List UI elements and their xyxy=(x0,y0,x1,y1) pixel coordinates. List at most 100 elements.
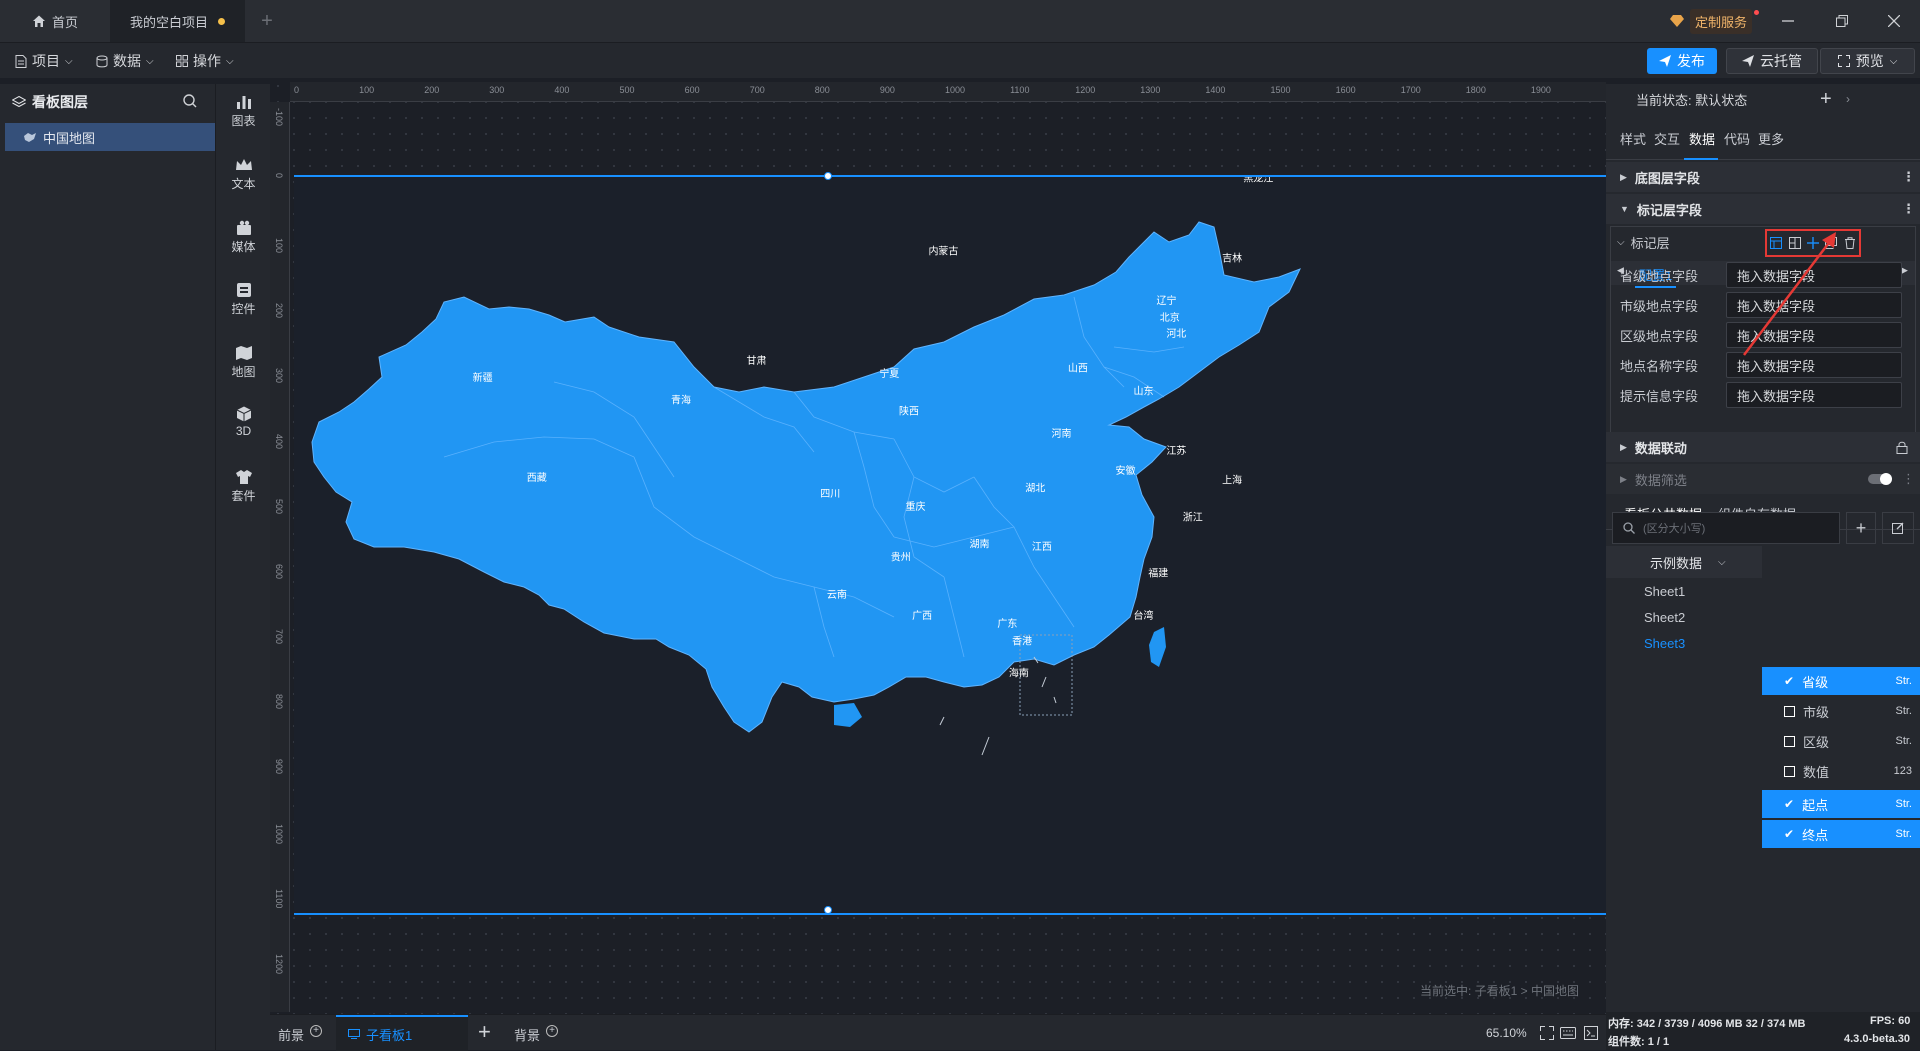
tool-kit[interactable]: 套件 xyxy=(216,469,271,504)
fit-screen-icon[interactable] xyxy=(1540,1026,1554,1040)
province-label: 山西 xyxy=(1068,363,1088,375)
section-base-layer[interactable]: ▶ 底图层字段 ⋮ xyxy=(1606,162,1920,192)
sheet-item[interactable]: Sheet2 xyxy=(1644,610,1685,625)
province-label: 湖南 xyxy=(970,537,990,550)
layer-item[interactable]: 中国地图 xyxy=(5,123,215,151)
more-vertical-icon[interactable]: ⋮ xyxy=(1902,471,1915,487)
more-vertical-icon[interactable]: ⋮ xyxy=(1902,201,1915,217)
tool-chart[interactable]: 图表 xyxy=(216,94,271,129)
tool-text[interactable]: 文本 xyxy=(216,157,271,192)
field-tooltip-input[interactable]: 拖入数据字段 xyxy=(1726,382,1902,408)
selection-handle-top[interactable] xyxy=(824,172,832,180)
close-window-button[interactable] xyxy=(1874,0,1914,42)
province-label: 吉林 xyxy=(1222,251,1242,264)
monitor-icon xyxy=(348,1029,360,1039)
tab-home[interactable]: 首页 xyxy=(0,0,110,42)
column-item[interactable]: 区级 Str. xyxy=(1762,727,1920,755)
terminal-icon[interactable] xyxy=(1584,1026,1598,1040)
ruler-tick-label: 0 xyxy=(274,173,284,179)
tab-subboard[interactable]: 子看板1 xyxy=(336,1015,468,1051)
ruler-tick-label: 1600 xyxy=(1335,85,1356,95)
tab-code[interactable]: 代码 xyxy=(1724,129,1750,148)
mark-layer-header[interactable]: ⌵ 标记层 xyxy=(1617,233,1670,252)
zoom-level[interactable]: 65.10% xyxy=(1486,1026,1527,1040)
column-item[interactable]: ✔ 终点 Str. xyxy=(1762,820,1920,848)
add-circle-icon: + xyxy=(310,1024,323,1037)
custom-service-label: 定制服务 xyxy=(1690,8,1753,34)
minimize-button[interactable] xyxy=(1768,0,1808,42)
tool-media[interactable]: 媒体 xyxy=(216,220,271,255)
ruler-tick-label: 300 xyxy=(274,368,284,384)
menu-data[interactable]: 数据 ⌵ xyxy=(96,43,154,79)
column-item[interactable]: 市级 Str. xyxy=(1762,697,1920,725)
sheet-item[interactable]: Sheet1 xyxy=(1644,584,1685,599)
tab-data[interactable]: 数据 xyxy=(1689,129,1715,148)
publish-button[interactable]: 发布 xyxy=(1647,48,1717,74)
tab-interaction[interactable]: 交互 xyxy=(1654,129,1680,148)
send-icon xyxy=(1659,55,1671,67)
tab-foreground[interactable]: 前景 + xyxy=(278,1024,323,1044)
ruler-tick-label: 300 xyxy=(489,85,505,95)
close-icon xyxy=(1888,15,1900,27)
dataset-select[interactable]: 示例数据 ⌵ xyxy=(1606,546,1762,578)
china-map[interactable]: 新疆西藏 青海 甘肃 内蒙古 黑龙江吉林辽宁北京河北山西山东 宁夏陕西河南江苏上海 安徽湖北… xyxy=(294,177,1606,913)
column-item[interactable]: 数值 123 xyxy=(1762,757,1920,785)
ruler-tick-label: 1000 xyxy=(274,824,284,845)
cloud-hosting-button[interactable]: 云托管 xyxy=(1726,48,1818,74)
section-data-filter[interactable]: ▶ 数据筛选 ⋮ xyxy=(1606,464,1920,494)
tool-kit-label: 套件 xyxy=(231,489,256,503)
ruler-tick-label: 1900 xyxy=(1530,85,1551,95)
layer-panel-header: 看板图层 xyxy=(12,92,88,112)
section-mark-layer[interactable]: ▼ 标记层字段 ⋮ xyxy=(1606,194,1920,224)
layer-item-label: 中国地图 xyxy=(43,130,96,146)
tab-active-indicator xyxy=(1684,158,1718,160)
sheet-item-active[interactable]: Sheet3 xyxy=(1644,636,1685,651)
add-state-button[interactable]: + xyxy=(1820,88,1832,111)
restore-button[interactable] xyxy=(1822,0,1862,42)
ruler-tick-label: 700 xyxy=(274,628,284,644)
menu-bar: 项目 ⌵ 数据 ⌵ 操作 ⌵ 发布 云托管 预览 ⌵ xyxy=(0,42,1920,78)
lock-icon[interactable] xyxy=(1896,441,1908,454)
layers-icon xyxy=(12,95,26,107)
keyboard-icon[interactable] xyxy=(1560,1027,1576,1039)
section-data-linkage[interactable]: ▶ 数据联动 xyxy=(1606,432,1920,462)
check-icon: ✔ xyxy=(1784,674,1795,688)
edit-dataset-button[interactable] xyxy=(1882,512,1914,544)
ruler-tick-label: 100 xyxy=(359,85,375,95)
menu-operation[interactable]: 操作 ⌵ xyxy=(176,43,234,79)
unsaved-dot-icon xyxy=(218,17,225,25)
home-icon xyxy=(32,15,45,27)
sub-board[interactable]: 新疆 西藏 青海 甘肃 内蒙古 黑龙江 吉林 辽宁 北京 河北 山西 山东 宁夏 陕西 河南 江苏 上海 安徽 湖北… xyxy=(294,172,1606,915)
tab-project[interactable]: 我的空白项目 xyxy=(110,0,245,42)
data-search-box[interactable]: (区分大小写) xyxy=(1612,512,1840,544)
tab-style[interactable]: 样式 xyxy=(1620,129,1646,148)
chevron-right-icon[interactable]: › xyxy=(1846,92,1850,106)
province-label: 四川 xyxy=(820,489,840,500)
tool-3d[interactable]: 3D xyxy=(216,406,271,438)
caret-right-icon: ▶ xyxy=(1620,473,1627,484)
tool-control[interactable]: 控件 xyxy=(216,282,271,317)
selection-handle-bottom[interactable] xyxy=(824,906,832,914)
column-item[interactable]: ✔ 省级 Str. xyxy=(1762,667,1920,695)
ruler-tick-label: 800 xyxy=(274,693,284,709)
ruler-tick-label: 900 xyxy=(274,759,284,775)
tab-home-label: 首页 xyxy=(51,14,78,30)
column-item[interactable]: ✔ 起点 Str. xyxy=(1762,790,1920,818)
more-vertical-icon[interactable]: ⋮ xyxy=(1902,169,1915,185)
new-tab-button[interactable]: + xyxy=(255,0,279,42)
dataset-name: 示例数据 xyxy=(1650,555,1703,571)
tab-background[interactable]: 背景 + xyxy=(514,1024,559,1044)
search-icon[interactable] xyxy=(183,94,197,108)
diamond-icon xyxy=(1670,15,1684,27)
tab-more[interactable]: 更多 xyxy=(1758,129,1784,148)
add-board-button[interactable]: + xyxy=(478,1019,491,1045)
custom-service-button[interactable]: 定制服务 xyxy=(1670,0,1760,42)
menu-project[interactable]: 项目 ⌵ xyxy=(15,43,73,79)
board-tabbar: 前景 + 子看板1 + 背景 + 65.10% xyxy=(270,1014,1606,1051)
preview-button[interactable]: 预览 ⌵ xyxy=(1820,48,1915,74)
filter-toggle[interactable] xyxy=(1868,473,1892,485)
publish-label: 发布 xyxy=(1677,53,1705,69)
add-dataset-button[interactable]: + xyxy=(1846,512,1876,544)
tool-map[interactable]: 地图 xyxy=(216,345,271,380)
ruler-tick-label: 1800 xyxy=(1465,85,1486,95)
